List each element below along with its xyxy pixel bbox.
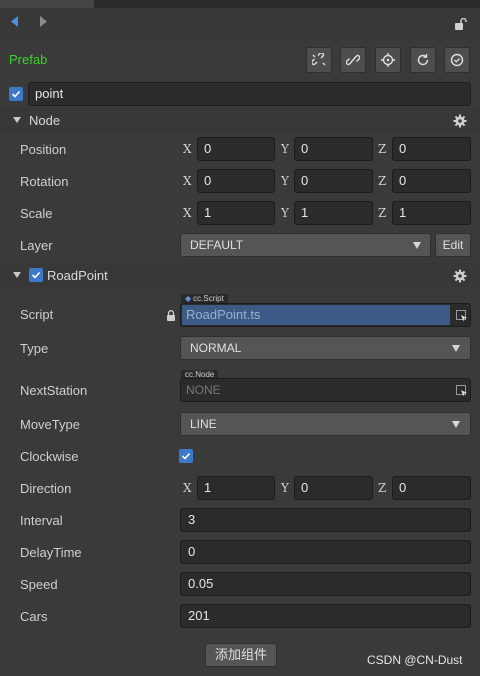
layer-label: Layer xyxy=(20,238,53,253)
layer-select[interactable]: DEFAULT xyxy=(180,233,431,257)
target-icon xyxy=(381,53,395,67)
script-value[interactable]: RoadPoint.ts xyxy=(182,305,450,325)
active-tab[interactable] xyxy=(0,0,94,8)
asset-picker-icon[interactable] xyxy=(456,310,468,322)
type-label: Type xyxy=(20,341,49,356)
axis-z-label: Z xyxy=(378,206,387,220)
axis-y-label: Y xyxy=(281,142,289,156)
layer-edit-button[interactable]: Edit xyxy=(435,233,471,257)
scale-x-input[interactable]: 1 xyxy=(197,201,275,225)
position-x-input[interactable]: 0 xyxy=(197,137,275,161)
axis-x-label: X xyxy=(183,142,192,156)
check-circle-icon xyxy=(450,53,464,67)
chevron-down-icon xyxy=(452,345,460,352)
layer-select-value: DEFAULT xyxy=(190,238,244,252)
chevron-down-icon xyxy=(413,242,421,249)
axis-z-label: Z xyxy=(378,174,387,188)
clockwise-label: Clockwise xyxy=(20,449,79,464)
axis-x-label: X xyxy=(183,481,192,495)
script-type-tag: ◆ cc.Script xyxy=(181,294,228,303)
refresh-icon xyxy=(417,54,429,66)
speed-label: Speed xyxy=(20,577,58,592)
add-component-button[interactable]: 添加组件 xyxy=(205,643,277,667)
speed-input[interactable]: 0.05 xyxy=(180,572,471,596)
rotation-label: Rotation xyxy=(20,174,69,189)
checkmark-icon xyxy=(181,452,191,460)
type-select[interactable]: NORMAL xyxy=(180,336,471,360)
locate-prefab-button[interactable] xyxy=(375,47,401,73)
script-label: Script xyxy=(20,307,54,322)
link-prefab-button[interactable] xyxy=(340,47,366,73)
unlock-icon[interactable] xyxy=(455,17,467,30)
gear-icon[interactable] xyxy=(453,269,467,283)
nextstation-label: NextStation xyxy=(20,383,88,398)
link-icon xyxy=(346,54,360,66)
prefab-label: Prefab xyxy=(9,52,48,67)
direction-z-input[interactable]: 0 xyxy=(392,476,471,500)
axis-y-label: Y xyxy=(281,206,289,220)
position-label: Position xyxy=(20,142,67,157)
rotation-y-input[interactable]: 0 xyxy=(294,169,373,193)
checkmark-icon xyxy=(31,271,41,279)
checkmark-icon xyxy=(11,90,21,98)
axis-y-label: Y xyxy=(281,481,289,495)
scale-label: Scale xyxy=(20,206,53,221)
node-name-input[interactable]: point xyxy=(28,82,471,106)
revert-prefab-button[interactable] xyxy=(410,47,436,73)
apply-prefab-button[interactable] xyxy=(444,47,470,73)
movetype-select-value: LINE xyxy=(190,417,217,431)
node-section-header[interactable] xyxy=(0,108,480,132)
script-tag-icon: ◆ xyxy=(185,294,192,303)
clockwise-checkbox[interactable] xyxy=(179,449,193,463)
axis-x-label: X xyxy=(183,206,192,220)
movetype-select[interactable]: LINE xyxy=(180,412,471,436)
axis-z-label: Z xyxy=(378,142,387,156)
node-picker-icon[interactable] xyxy=(456,385,468,397)
lock-icon xyxy=(166,309,176,321)
scale-z-input[interactable]: 1 xyxy=(392,201,471,225)
axis-y-label: Y xyxy=(281,174,289,188)
roadpoint-enabled-checkbox[interactable] xyxy=(29,268,43,282)
rotation-z-input[interactable]: 0 xyxy=(392,169,471,193)
interval-label: Interval xyxy=(20,513,63,528)
gear-icon[interactable] xyxy=(453,114,467,128)
back-arrow-icon[interactable] xyxy=(9,14,21,28)
collapse-triangle-icon[interactable] xyxy=(13,117,21,123)
cars-input[interactable]: 201 xyxy=(180,604,471,628)
collapse-triangle-icon[interactable] xyxy=(13,272,21,278)
forward-arrow-icon[interactable] xyxy=(37,14,49,28)
position-z-input[interactable]: 0 xyxy=(392,137,471,161)
delaytime-label: DelayTime xyxy=(20,545,82,560)
axis-z-label: Z xyxy=(378,481,387,495)
axis-x-label: X xyxy=(183,174,192,188)
direction-x-input[interactable]: 1 xyxy=(197,476,275,500)
script-type-tag-text: cc.Script xyxy=(193,294,224,303)
watermark: CSDN @CN-Dust xyxy=(367,653,463,667)
type-select-value: NORMAL xyxy=(190,341,242,355)
roadpoint-section-title: RoadPoint xyxy=(47,268,108,283)
nextstation-field[interactable]: NONE xyxy=(180,378,471,402)
scale-y-input[interactable]: 1 xyxy=(294,201,373,225)
rotation-x-input[interactable]: 0 xyxy=(197,169,275,193)
chevron-down-icon xyxy=(452,421,460,428)
interval-input[interactable]: 3 xyxy=(180,508,471,532)
direction-y-input[interactable]: 0 xyxy=(294,476,373,500)
movetype-label: MoveType xyxy=(20,417,80,432)
unlink-icon xyxy=(312,53,326,66)
direction-label: Direction xyxy=(20,481,72,496)
node-active-checkbox[interactable] xyxy=(9,87,23,101)
position-y-input[interactable]: 0 xyxy=(294,137,373,161)
node-section-title: Node xyxy=(29,113,61,128)
cars-label: Cars xyxy=(20,609,48,624)
delaytime-input[interactable]: 0 xyxy=(180,540,471,564)
unlink-prefab-button[interactable] xyxy=(306,47,332,73)
